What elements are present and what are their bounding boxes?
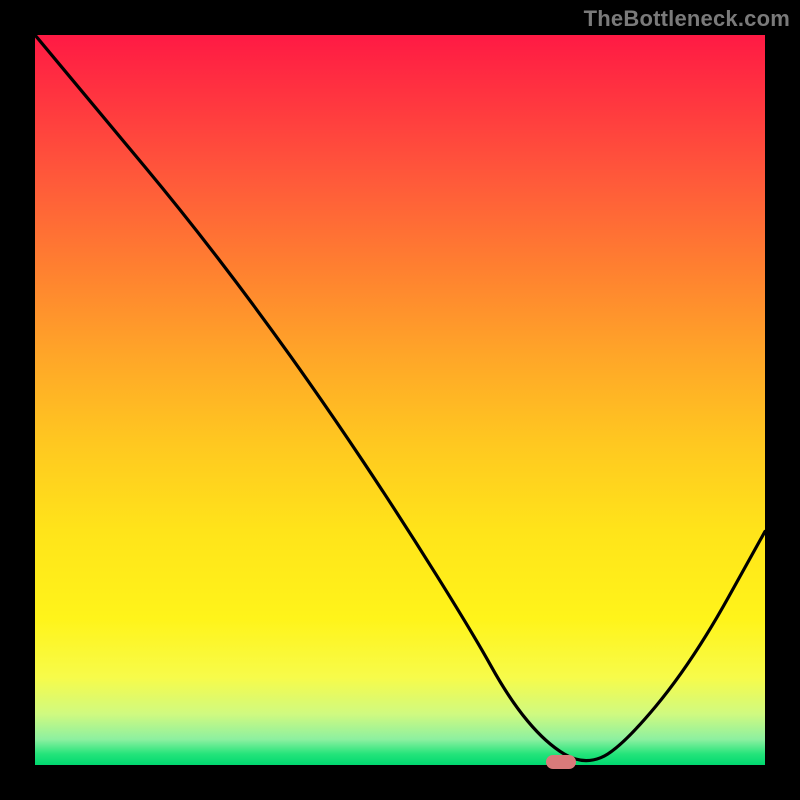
plot-area [35,35,765,765]
chart-frame: TheBottleneck.com [0,0,800,800]
bottleneck-curve [35,35,765,765]
curve-path [35,35,765,761]
optimal-marker [546,755,576,769]
watermark-text: TheBottleneck.com [584,6,790,32]
